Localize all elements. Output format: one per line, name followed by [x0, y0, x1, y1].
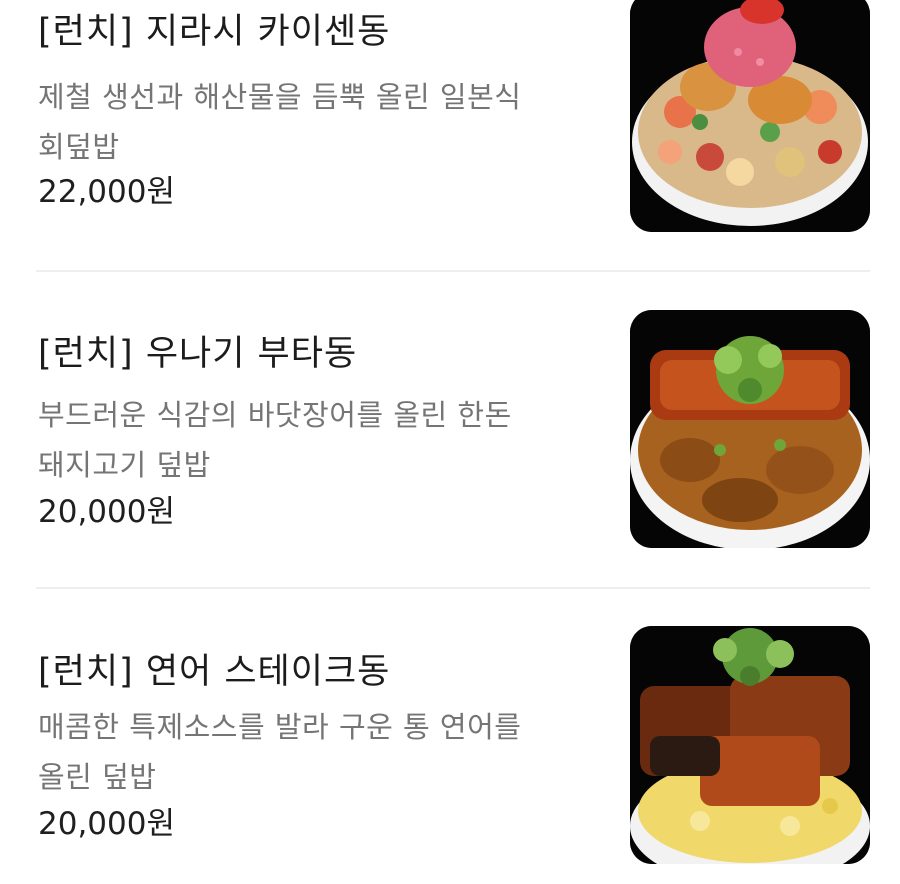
divider	[36, 587, 870, 589]
menu-item-price: 20,000원	[38, 494, 175, 530]
menu-item-price: 20,000원	[38, 806, 175, 842]
divider	[36, 270, 870, 272]
menu-item-name: [런치] 지라시 카이센동	[38, 12, 391, 52]
menu-item-photo[interactable]	[630, 310, 870, 548]
menu-item-price: 22,000원	[38, 174, 175, 210]
unagi-butadon-bowl-image	[630, 310, 870, 548]
menu-item-description-line: 돼지고기 덮밥	[38, 448, 211, 482]
menu-item-description-line: 제철 생선과 해산물을 듬뿍 올린 일본식	[38, 80, 522, 114]
kaisendon-bowl-image	[630, 0, 870, 232]
menu-item-description: 매콤한 특제소스를 발라 구운 통 연어를 올린 덮밥	[38, 702, 598, 802]
menu-item-photo[interactable]	[630, 626, 870, 864]
menu-item-description-line: 부드러운 식감의 바닷장어를 올린 한돈	[38, 398, 512, 432]
menu-item-description: 제철 생선과 해산물을 듬뿍 올린 일본식 회덮밥	[38, 72, 598, 172]
menu-item-name: [런치] 우나기 부타동	[38, 334, 358, 374]
menu-item-photo[interactable]	[630, 0, 870, 232]
menu-item-description: 부드러운 식감의 바닷장어를 올린 한돈 돼지고기 덮밥	[38, 390, 598, 490]
menu-item-description-line: 올린 덮밥	[38, 760, 157, 794]
menu-item-description-line: 매콤한 특제소스를 발라 구운 통 연어를	[38, 710, 522, 744]
salmon-steak-don-bowl-image	[630, 626, 870, 864]
menu-item-name: [런치] 연어 스테이크동	[38, 652, 391, 692]
menu-item-description-line: 회덮밥	[38, 130, 120, 164]
